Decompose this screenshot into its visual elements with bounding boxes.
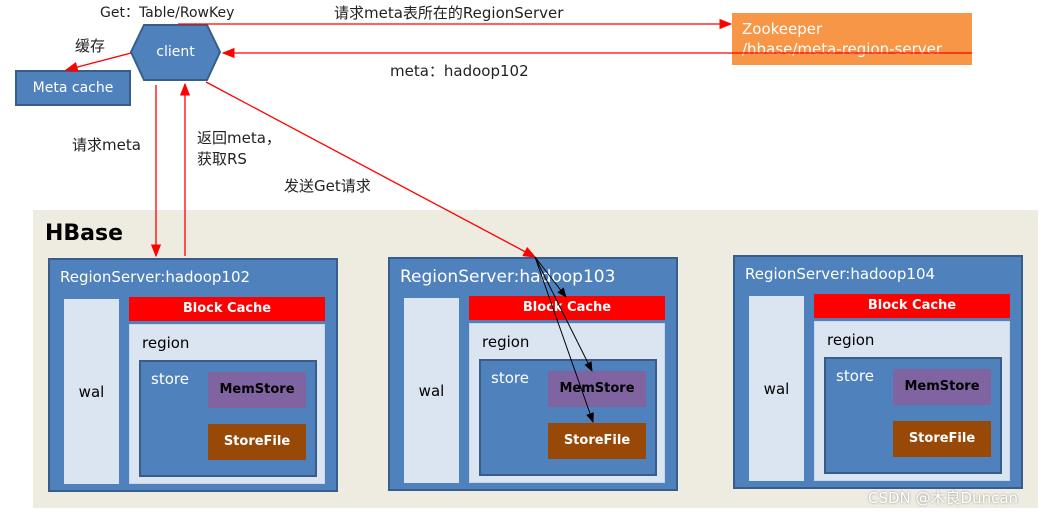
arrow-to-block-cache (534, 256, 567, 298)
arrow-to-memstore (534, 256, 593, 372)
arrow-to-meta-cache (64, 52, 132, 73)
watermark: CSDN @木良Duncan (868, 489, 1019, 507)
arrow-to-storefile (534, 256, 594, 423)
arrow-send-get (205, 81, 537, 258)
arrows-overlay (64, 18, 972, 423)
